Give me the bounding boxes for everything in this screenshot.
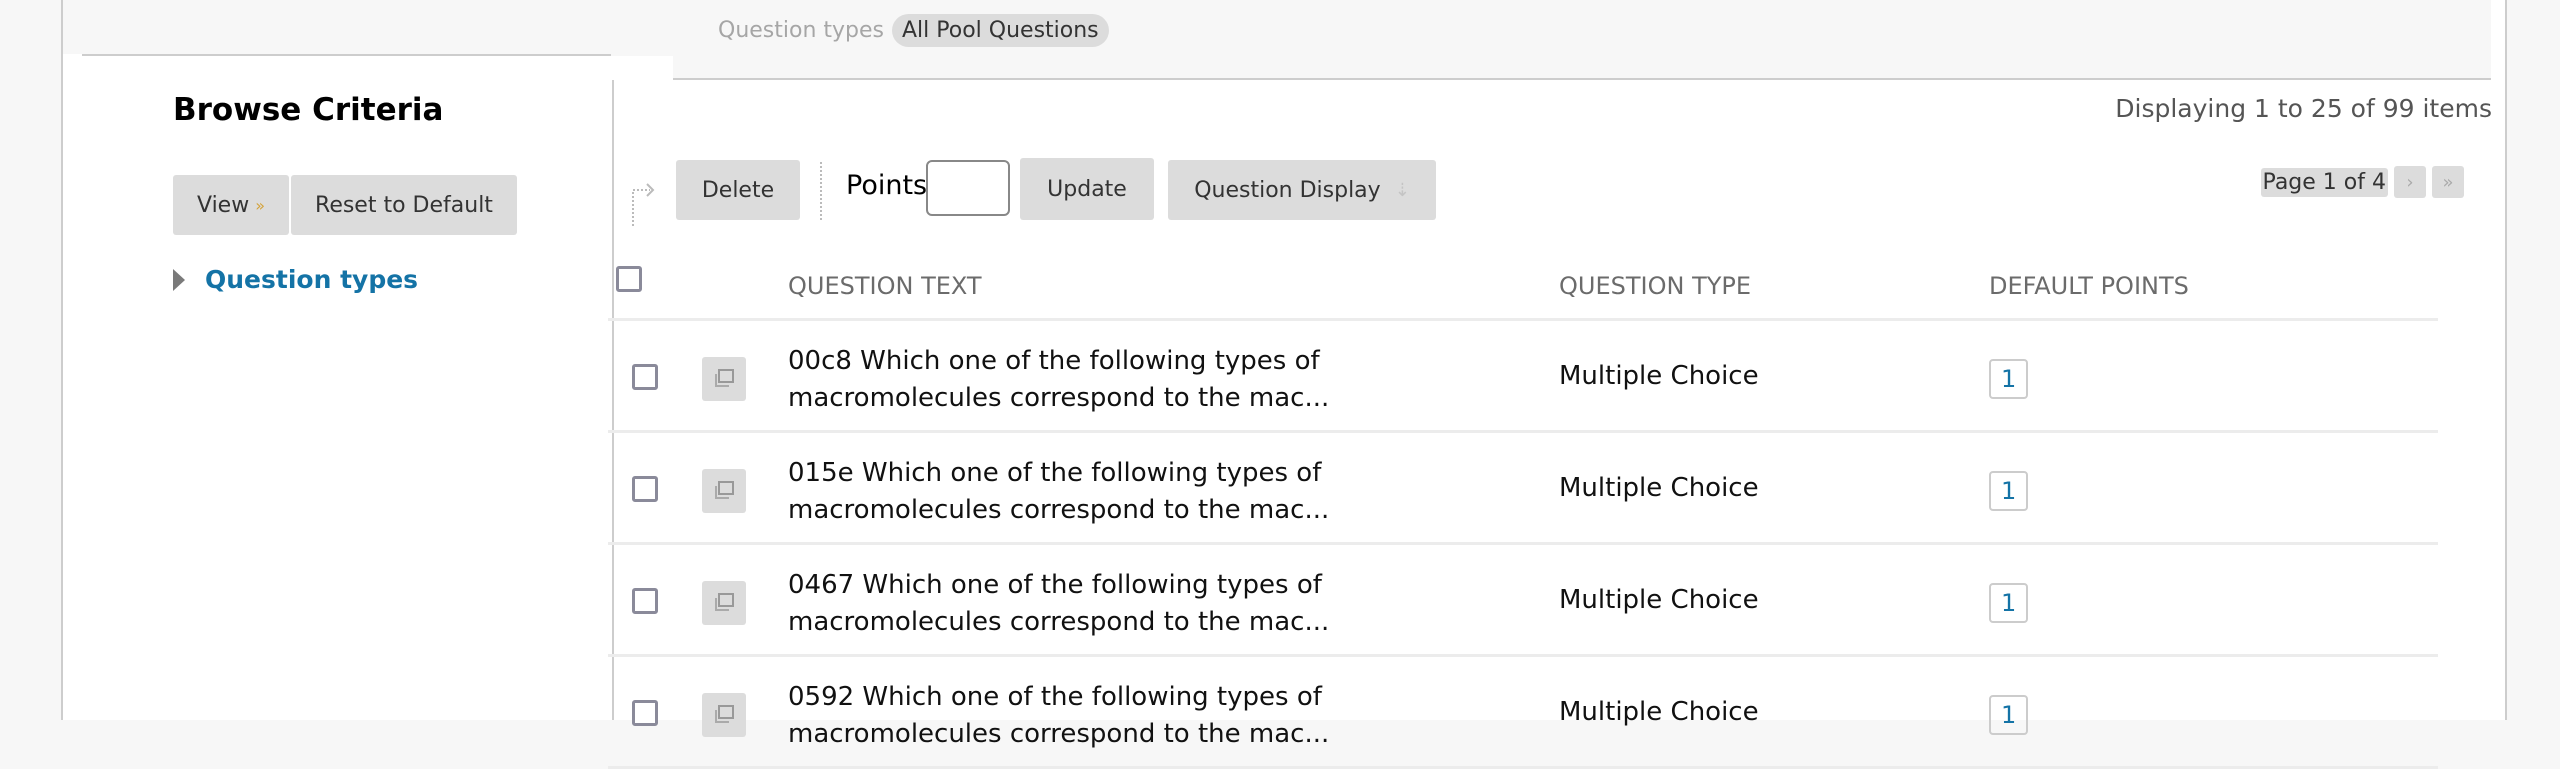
question-preview-icon[interactable] [702, 357, 746, 401]
display-count: Displaying 1 to 25 of 99 items [2115, 94, 2492, 123]
update-button-label: Update [1047, 176, 1127, 202]
view-button[interactable]: View » [173, 175, 290, 235]
question-list-panel: Displaying 1 to 25 of 99 items Delete Po… [608, 80, 2492, 769]
question-text[interactable]: 0467 Which one of the following types of… [788, 567, 1508, 641]
table-row: 0592 Which one of the following types of… [608, 657, 2438, 769]
table-row: 00c8 Which one of the following types of… [608, 321, 2438, 433]
copy-icon [715, 481, 734, 499]
select-all-checkbox[interactable] [616, 266, 642, 292]
sidebar-title: Browse Criteria [173, 92, 444, 128]
browse-criteria-sidebar: Browse Criteria View » Reset to Default … [145, 56, 673, 720]
table-header: QUESTION TEXT QUESTION TYPE DEFAULT POIN… [608, 250, 2438, 321]
double-chevron-down-icon: ⇣ [1394, 179, 1410, 201]
question-preview-icon[interactable] [702, 581, 746, 625]
question-type: Multiple Choice [1559, 361, 1759, 391]
default-points[interactable]: 1 [1989, 359, 2029, 399]
reset-button-label: Reset to Default [315, 192, 493, 218]
column-header-default-points[interactable]: DEFAULT POINTS [1989, 272, 2189, 300]
delete-button[interactable]: Delete [676, 160, 800, 220]
top-strip [63, 0, 2491, 54]
row-checkbox[interactable] [632, 476, 658, 502]
question-type: Multiple Choice [1559, 697, 1759, 727]
questions-table: QUESTION TEXT QUESTION TYPE DEFAULT POIN… [608, 250, 2438, 769]
copy-icon [715, 593, 734, 611]
reset-to-default-button[interactable]: Reset to Default [291, 175, 517, 235]
points-input[interactable] [926, 160, 1010, 216]
page-indicator: Page 1 of 4 [2260, 167, 2388, 197]
row-checkbox[interactable] [632, 364, 658, 390]
question-preview-icon[interactable] [702, 693, 746, 737]
question-type: Multiple Choice [1559, 585, 1759, 615]
double-chevron-down-icon: » [255, 195, 266, 215]
points-label: Points [846, 170, 928, 201]
active-filter-bar: Question types All Pool Questions [718, 14, 1109, 47]
default-points[interactable]: 1 [1989, 471, 2029, 511]
question-type: Multiple Choice [1559, 473, 1759, 503]
expand-triangle-icon[interactable] [173, 268, 185, 291]
table-row: 0467 Which one of the following types of… [608, 545, 2438, 657]
question-display-button[interactable]: Question Display ⇣ [1168, 160, 1436, 220]
sidebar-button-group: View » Reset to Default [173, 175, 517, 235]
copy-icon [715, 369, 734, 387]
default-points[interactable]: 1 [1989, 695, 2029, 735]
column-header-question-text[interactable]: QUESTION TEXT [788, 272, 982, 300]
main-top-strip [611, 54, 2491, 78]
filter-label: Question types [718, 18, 884, 43]
double-chevron-right-icon[interactable]: » [2432, 166, 2464, 198]
tree-item-question-types[interactable]: Question types [173, 265, 418, 294]
default-points[interactable]: 1 [1989, 583, 2029, 623]
toolbar-separator [820, 162, 822, 220]
chevron-right-icon[interactable]: › [2394, 166, 2426, 198]
question-preview-icon[interactable] [702, 469, 746, 513]
tree-item-label[interactable]: Question types [205, 265, 418, 294]
column-header-question-type[interactable]: QUESTION TYPE [1559, 272, 1751, 300]
row-checkbox[interactable] [632, 588, 658, 614]
question-text[interactable]: 0592 Which one of the following types of… [788, 679, 1508, 753]
copy-icon [715, 705, 734, 723]
page-right-border [2505, 0, 2507, 720]
pagination: Page 1 of 4 › » [2260, 166, 2464, 198]
question-text[interactable]: 00c8 Which one of the following types of… [788, 343, 1508, 417]
view-button-label: View [197, 192, 250, 218]
filter-pill[interactable]: All Pool Questions [892, 14, 1109, 47]
row-checkbox[interactable] [632, 700, 658, 726]
table-row: 015e Which one of the following types of… [608, 433, 2438, 545]
selection-arrow-icon [632, 183, 655, 226]
update-button[interactable]: Update [1020, 158, 1154, 220]
question-display-label: Question Display [1194, 177, 1381, 203]
delete-button-label: Delete [701, 177, 775, 203]
question-text[interactable]: 015e Which one of the following types of… [788, 455, 1508, 529]
